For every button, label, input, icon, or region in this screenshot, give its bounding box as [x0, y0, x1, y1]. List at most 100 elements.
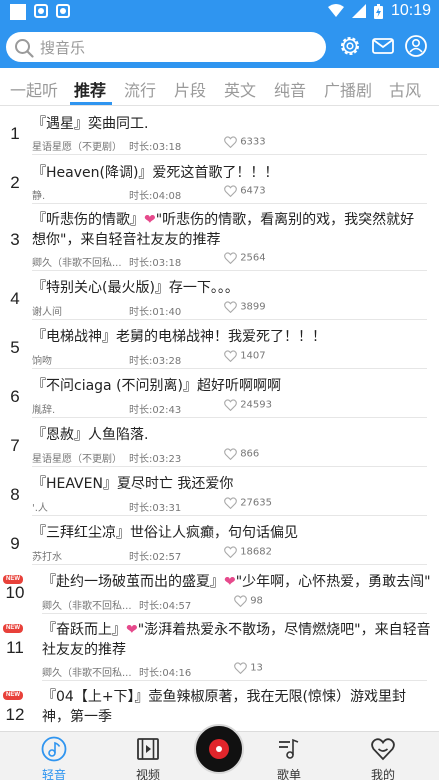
wifi-icon: [327, 4, 344, 17]
song-duration: 时长:04:08: [129, 191, 182, 202]
song-title: 『恩赦』人鱼陷落.: [32, 427, 149, 443]
row-divider: [32, 319, 427, 320]
row-divider: [32, 417, 427, 418]
music-note-icon: [41, 736, 67, 762]
song-meta: 星语星愿（不更剧） 时长:03:18 6333: [32, 136, 432, 153]
heart-outline-icon: [224, 252, 237, 265]
heart-outline-icon: [224, 546, 237, 559]
new-badge: NEW: [3, 624, 23, 633]
song-duration: 时长:03:28: [129, 356, 182, 367]
song-duration: 时长:03:18: [129, 142, 182, 153]
heart-profile-icon: [371, 738, 395, 761]
nav-light-music[interactable]: 轻音: [24, 736, 84, 780]
song-title: 『04【上+下】』壶鱼辣椒原著，我在无限(惊悚）游戏里封神，第一季: [42, 689, 407, 725]
nav-video[interactable]: 视频: [118, 736, 178, 780]
song-meta: 卿久（非歌不回私... 时长:03:18 2564: [32, 252, 432, 269]
now-playing-disc-button[interactable]: [194, 724, 244, 774]
heart-outline-icon: [224, 185, 237, 198]
song-duration: 时长:03:18: [129, 258, 182, 269]
song-meta: 胤辞. 时长:02:43 24593: [32, 399, 432, 416]
search-input[interactable]: 搜音乐: [6, 32, 326, 62]
profile-icon[interactable]: [404, 34, 428, 58]
song-author: 星语星愿（不更剧）: [32, 142, 122, 153]
like-count[interactable]: 3899: [224, 301, 266, 314]
song-meta: '.人 时长:03:31 27635: [32, 497, 432, 514]
row-divider: [32, 466, 427, 467]
like-count[interactable]: 866: [224, 448, 259, 461]
tab-instrumental[interactable]: 纯音: [274, 77, 306, 101]
like-count[interactable]: 6333: [224, 136, 266, 149]
playlist-icon: [279, 738, 299, 759]
like-count[interactable]: 98: [234, 595, 263, 608]
category-tabs: 一起听 推荐 流行 片段 英文 纯音 广播剧 古风: [0, 68, 439, 106]
like-count[interactable]: 1407: [224, 350, 266, 363]
song-title: 『电梯战神』老舅的电梯战神！我爱死了！！！: [32, 329, 326, 345]
heart-outline-icon: [224, 136, 237, 149]
heart-outline-icon: [224, 399, 237, 412]
song-meta: 静. 时长:04:08 6473: [32, 185, 432, 202]
row-divider: [32, 154, 427, 155]
app-header: 搜音乐: [0, 24, 439, 68]
song-author: 静.: [32, 191, 46, 202]
song-meta: 谢人间 时长:01:40 3899: [32, 301, 432, 318]
notification-square-icon: [10, 4, 26, 20]
song-title: 『奋跃而上』❤"澎湃着热爱永不散场，尽情燃烧吧"，来自轻音社友友的推荐: [42, 622, 431, 658]
rank-number: 4: [10, 289, 20, 308]
heart-filled-icon: ❤: [144, 212, 156, 228]
song-title: 『HEAVEN』夏尽时亡 我还爱你: [32, 476, 234, 492]
row-divider: [32, 515, 427, 516]
rank-number: 6: [10, 387, 20, 406]
rank-number: 1: [10, 124, 20, 143]
nav-label: 视频: [135, 768, 160, 780]
video-icon: [137, 738, 159, 760]
tab-ancient-style[interactable]: 古风: [389, 77, 421, 101]
song-meta: 卿久（非歌不回私... 时长:04:16 13: [42, 662, 439, 679]
song-duration: 时长:03:23: [129, 454, 182, 465]
row-divider: [32, 270, 427, 271]
tab-recommend[interactable]: 推荐: [74, 77, 106, 101]
song-title: 『三拜红尘凉』世俗让人疯癫，句句话偏见: [32, 525, 298, 541]
song-meta: 苏打水 时长:02:57 18682: [32, 546, 432, 563]
status-bar: 10:19: [0, 0, 439, 24]
heart-outline-icon: [224, 497, 237, 510]
song-duration: 时长:01:40: [129, 307, 182, 318]
like-count[interactable]: 13: [234, 662, 263, 675]
tab-english[interactable]: 英文: [224, 77, 256, 101]
mail-icon[interactable]: [371, 34, 395, 58]
nav-mine[interactable]: 我的: [353, 736, 413, 780]
song-author: 苏打水: [32, 552, 62, 563]
nav-label: 歌单: [276, 768, 301, 780]
song-author: 卿久（非歌不回私...: [32, 258, 122, 269]
song-author: 胤辞.: [32, 405, 56, 416]
song-duration: 时长:04:16: [139, 668, 192, 679]
like-count[interactable]: 24593: [224, 399, 272, 412]
search-placeholder: 搜音乐: [40, 39, 86, 57]
tab-clips[interactable]: 片段: [174, 77, 206, 101]
song-author: 卿久（非歌不回私...: [42, 601, 132, 612]
nav-playlist[interactable]: 歌单: [259, 736, 319, 780]
song-meta: 星语星愿（不更剧） 时长:03:23 866: [32, 448, 432, 465]
gear-icon[interactable]: [338, 34, 362, 58]
row-divider: [32, 368, 427, 369]
song-meta: 卿久（非歌不回私... 时长:04:57 98: [42, 595, 439, 612]
song-author: 卿久（非歌不回私...: [42, 668, 132, 679]
row-divider: [32, 203, 427, 204]
rank-number: 12: [5, 705, 25, 724]
tab-pop[interactable]: 流行: [124, 77, 156, 101]
like-count[interactable]: 18682: [224, 546, 272, 559]
tab-radio-drama[interactable]: 广播剧: [324, 77, 372, 101]
vinyl-disc-icon: [209, 739, 229, 759]
song-duration: 时长:02:57: [129, 552, 182, 563]
heart-outline-icon: [234, 595, 247, 608]
row-divider: [42, 613, 427, 614]
like-count[interactable]: 27635: [224, 497, 272, 510]
song-title: 『遇星』奕曲同工.: [32, 116, 149, 132]
like-count[interactable]: 6473: [224, 185, 266, 198]
like-count[interactable]: 2564: [224, 252, 266, 265]
app-notification-icon: [56, 4, 70, 18]
rank-number: 8: [10, 485, 20, 504]
song-duration: 时长:03:31: [129, 503, 182, 514]
new-badge: NEW: [3, 691, 23, 700]
nav-label: 轻音: [41, 768, 66, 780]
tab-listen-together[interactable]: 一起听: [10, 77, 58, 101]
